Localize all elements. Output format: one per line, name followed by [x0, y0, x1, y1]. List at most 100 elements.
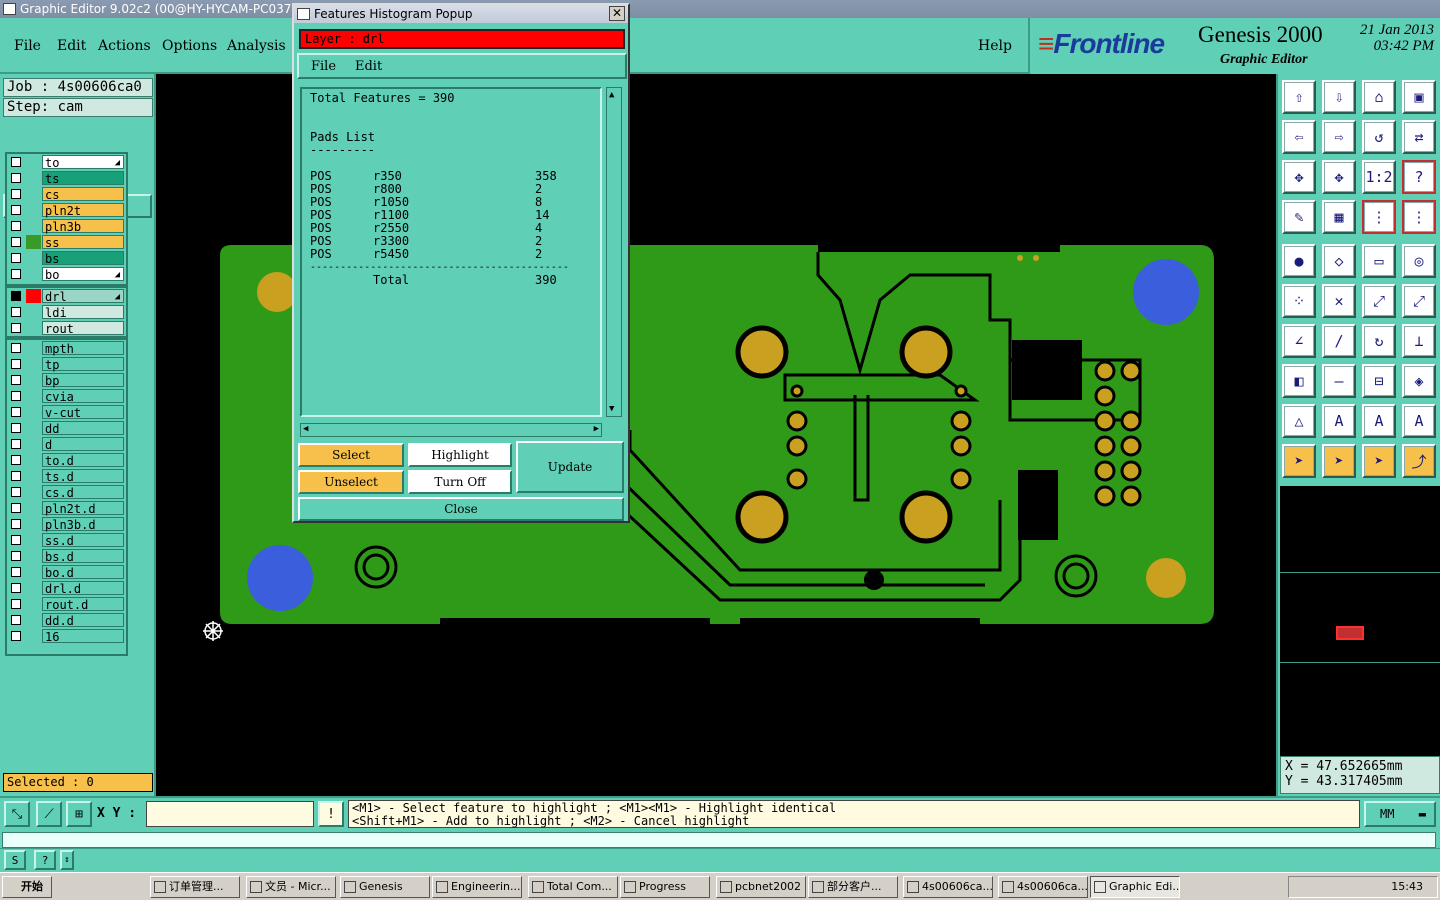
taskbar-item[interactable]: Total Com...: [528, 876, 618, 898]
info-icon[interactable]: !: [318, 801, 344, 827]
layer-name[interactable]: bs: [42, 251, 124, 266]
layer-row[interactable]: cvia: [7, 388, 126, 404]
spin-icon[interactable]: ↕: [60, 850, 74, 870]
layers-a-icon[interactable]: ⋮: [1362, 200, 1396, 234]
layer-checkbox[interactable]: [11, 599, 21, 609]
select-icon[interactable]: ◧: [1282, 364, 1316, 398]
layer-name[interactable]: v-cut: [42, 405, 124, 420]
select-button[interactable]: Select: [298, 443, 404, 467]
layer-name[interactable]: tp: [42, 357, 124, 372]
scale-icon[interactable]: 1:2: [1362, 160, 1396, 194]
layer-name[interactable]: pln2t.d: [42, 501, 124, 516]
pan-right-icon[interactable]: ⇨: [1322, 120, 1356, 154]
status-input[interactable]: [2, 832, 1436, 848]
menu-file[interactable]: File: [14, 38, 41, 54]
route-icon[interactable]: ⤴: [1402, 444, 1436, 478]
close-button[interactable]: Close: [298, 497, 624, 521]
layer-row[interactable]: ldi: [7, 304, 126, 320]
layer-checkbox[interactable]: [11, 519, 21, 529]
arc-icon[interactable]: ↻: [1362, 324, 1396, 358]
layer-name[interactable]: cs.d: [42, 485, 124, 500]
taskbar-item[interactable]: Genesis: [340, 876, 430, 898]
layer-row[interactable]: bp: [7, 372, 126, 388]
layer-row[interactable]: bo.d: [7, 564, 126, 580]
layer-row[interactable]: 16: [7, 628, 126, 644]
layer-name[interactable]: drl ◢: [42, 289, 124, 304]
histogram-row[interactable]: POS r1050 8: [310, 196, 592, 209]
pan-down-icon[interactable]: ⇩: [1322, 80, 1356, 114]
layer-name[interactable]: cs: [42, 187, 124, 202]
turn-off-button[interactable]: Turn Off: [408, 470, 512, 494]
layer-row[interactable]: ts: [7, 170, 126, 186]
trim-icon[interactable]: —: [1322, 364, 1356, 398]
layer-name[interactable]: bo.d: [42, 565, 124, 580]
layer-checkbox[interactable]: [11, 535, 21, 545]
layer-row[interactable]: drl ◢: [7, 288, 126, 304]
layer-checkbox[interactable]: [11, 407, 21, 417]
taskbar-item[interactable]: Engineerin...: [432, 876, 522, 898]
layer-checkbox[interactable]: [11, 205, 21, 215]
close-icon[interactable]: ✕: [609, 6, 625, 21]
triangle-icon[interactable]: △: [1282, 404, 1316, 438]
line-icon[interactable]: ∕: [1322, 324, 1356, 358]
snap-icon[interactable]: ⤡: [4, 801, 30, 827]
merge-icon[interactable]: ◈: [1402, 364, 1436, 398]
layer-row[interactable]: mpth: [7, 340, 126, 356]
pointer-icon[interactable]: ➤: [1282, 444, 1316, 478]
layer-name[interactable]: dd.d: [42, 613, 124, 628]
grid-icon[interactable]: ▦: [1322, 200, 1356, 234]
menu-edit[interactable]: Edit: [57, 38, 86, 54]
popup-menu-edit[interactable]: Edit: [355, 59, 382, 74]
layer-checkbox[interactable]: [11, 221, 21, 231]
window-icon[interactable]: ▣: [1402, 80, 1436, 114]
layer-checkbox[interactable]: [11, 343, 21, 353]
vertical-scrollbar[interactable]: ▲ ▼: [606, 87, 622, 417]
layer-checkbox[interactable]: [11, 307, 21, 317]
layer-checkbox[interactable]: [11, 375, 21, 385]
highlight-button[interactable]: Highlight: [408, 443, 512, 467]
swap-icon[interactable]: ⇄: [1402, 120, 1436, 154]
layer-row[interactable]: pln2t: [7, 202, 126, 218]
histogram-row[interactable]: POS r1100 14: [310, 209, 592, 222]
layer-name[interactable]: dd: [42, 421, 124, 436]
histogram-row[interactable]: POS r2550 4: [310, 222, 592, 235]
zoom-fit-icon[interactable]: ✥: [1282, 160, 1316, 194]
layer-checkbox[interactable]: [11, 291, 21, 301]
layer-checkbox[interactable]: [11, 237, 21, 247]
taskbar-item[interactable]: pcbnet2002: [716, 876, 806, 898]
menu-options[interactable]: Options: [162, 38, 217, 54]
taskbar-item[interactable]: 部分客户...: [808, 876, 898, 898]
layer-checkbox[interactable]: [11, 503, 21, 513]
menu-actions[interactable]: Actions: [98, 38, 151, 54]
histogram-row[interactable]: POS r5450 2: [310, 248, 592, 261]
layer-name[interactable]: bo ◢: [42, 267, 124, 282]
grid-icon[interactable]: ⊞: [66, 801, 92, 827]
layer-name[interactable]: bs.d: [42, 549, 124, 564]
layer-name[interactable]: pln3b.d: [42, 517, 124, 532]
histogram-row[interactable]: POS r800 2: [310, 183, 592, 196]
taskbar-item[interactable]: 4s00606ca...: [903, 876, 993, 898]
layer-row[interactable]: pln3b.d: [7, 516, 126, 532]
help-icon[interactable]: ?: [34, 850, 56, 870]
horizontal-scrollbar[interactable]: ◀ ▶: [300, 423, 602, 437]
layer-name[interactable]: ss.d: [42, 533, 124, 548]
layer-checkbox[interactable]: [11, 359, 21, 369]
units-select[interactable]: MM ▬: [1364, 801, 1436, 827]
layer-checkbox[interactable]: [11, 455, 21, 465]
histogram-list[interactable]: Total Features = 390 Pads List --------- PO…: [300, 87, 602, 417]
text-a-icon[interactable]: A: [1322, 404, 1356, 438]
ruler-icon[interactable]: ▭: [1362, 244, 1396, 278]
pointer-b-icon[interactable]: ➤: [1322, 444, 1356, 478]
layer-row[interactable]: ss.d: [7, 532, 126, 548]
layer-row[interactable]: ss: [7, 234, 126, 250]
angle-icon[interactable]: ∠: [1282, 324, 1316, 358]
layer-name[interactable]: bp: [42, 373, 124, 388]
layer-checkbox[interactable]: [11, 567, 21, 577]
layer-checkbox[interactable]: [11, 471, 21, 481]
layer-checkbox[interactable]: [11, 439, 21, 449]
cross-icon[interactable]: ✕: [1322, 284, 1356, 318]
layer-row[interactable]: pln2t.d: [7, 500, 126, 516]
text-b-icon[interactable]: A: [1362, 404, 1396, 438]
taskbar-item[interactable]: Graphic Edi...: [1090, 876, 1180, 898]
layer-row[interactable]: bs.d: [7, 548, 126, 564]
